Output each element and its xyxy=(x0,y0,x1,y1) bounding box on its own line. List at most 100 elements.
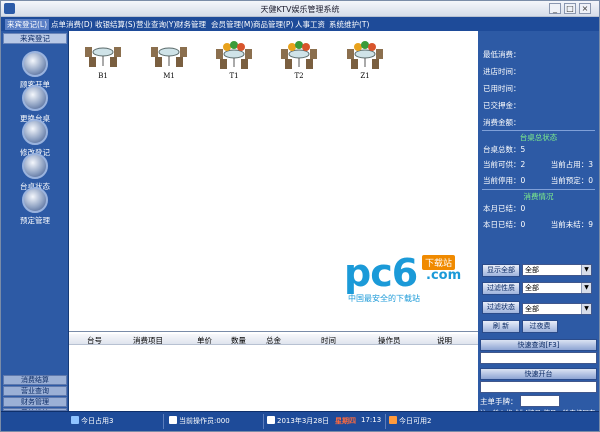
status-date: 2013年3月28日 xyxy=(267,416,329,426)
sidebar-bottom-business-query[interactable]: 营业查询 xyxy=(3,386,67,396)
current-unsettled: 当前未结：9 xyxy=(550,220,593,229)
table-occupied-icon xyxy=(281,41,317,69)
change-table-icon xyxy=(22,85,48,111)
minimize-button[interactable]: _ xyxy=(549,3,561,14)
occupied-icon xyxy=(71,416,79,424)
available-icon xyxy=(389,416,397,424)
entry-time-label: 进店时间： xyxy=(483,67,521,76)
table-free-icon xyxy=(151,47,187,67)
filter-status-button[interactable]: 过滤状态 xyxy=(482,301,520,314)
sidebar-header[interactable]: 来宾登记 xyxy=(3,33,67,44)
table-status-title: 台桌总状态 xyxy=(519,133,558,142)
divider xyxy=(263,414,264,429)
table-occupied-icon xyxy=(347,41,383,69)
menu-order[interactable]: 点单消费(D) xyxy=(51,19,93,30)
table-grid-area: B1 M1 T1 T2 Z1 pc6 下载站 .com 中国最安全的下载站 xyxy=(69,31,478,331)
refresh-button[interactable]: 刷 新 xyxy=(482,320,520,333)
col-item: 消费项目 xyxy=(133,336,163,345)
col-amount: 总金 xyxy=(266,336,281,345)
operator-text: 当前操作员:000 xyxy=(179,417,230,425)
table-label: T2 xyxy=(294,72,304,80)
sidebar-bottom-finance[interactable]: 财务管理 xyxy=(3,397,67,407)
menu-finance[interactable]: 财务管理 xyxy=(176,19,206,30)
show-all-button[interactable]: 显示全部 xyxy=(482,264,520,277)
menu-goods[interactable]: 商品管理(P) xyxy=(253,19,293,30)
status-operator: 当前操作员:000 xyxy=(169,416,230,426)
col-time: 时间 xyxy=(321,336,336,345)
consumption-amount-label: 消费金额： xyxy=(483,118,521,127)
host-tag-input[interactable] xyxy=(520,395,560,407)
consumption-detail-table: 台号 消费项目 单价 数量 总金 时间 操作员 说明 xyxy=(69,331,478,411)
menu-hr-salary[interactable]: 人事工资 xyxy=(295,19,325,30)
elapsed-time-label: 已用时间： xyxy=(483,84,521,93)
menu-business-query[interactable]: 营业查询(Y) xyxy=(136,19,176,30)
pc6-watermark: pc6 下载站 .com 中国最安全的下载站 xyxy=(344,251,474,306)
menu-bar: 来宾登记(L) 点单消费(D) 收银结算(S) 营业查询(Y) 财务管理 会员管… xyxy=(1,17,599,31)
filter-status-select[interactable]: 全部 ▼ xyxy=(522,303,592,315)
col-operator: 操作员 xyxy=(378,336,401,345)
divider xyxy=(385,414,386,429)
menu-member[interactable]: 会员管理(M) xyxy=(211,19,253,30)
sidebar-bottom-checkout[interactable]: 消费结算 xyxy=(3,375,67,385)
table-t2[interactable]: T2 xyxy=(276,39,322,80)
watermark-domain: .com xyxy=(426,268,462,283)
consumption-title: 消费情况 xyxy=(523,192,554,201)
disabled-tables: 当前停用：0 xyxy=(483,176,526,185)
status-today-available: 今日可用2 xyxy=(389,416,431,426)
reservation-button[interactable]: 预定管理 xyxy=(1,187,69,226)
table-m1[interactable]: M1 xyxy=(146,39,192,80)
total-tables: 台桌总数：5 xyxy=(483,145,526,154)
overnight-fee-button[interactable]: 过夜费 xyxy=(522,320,558,333)
today-used-text: 今日占用3 xyxy=(81,417,114,425)
show-all-select[interactable]: 全部 ▼ xyxy=(522,264,592,276)
month-settled: 本月已结：0 xyxy=(483,204,526,213)
deposit-label: 已交押金： xyxy=(483,101,521,110)
reservation-label: 预定管理 xyxy=(20,216,50,225)
host-tag-label: 主单手牌： xyxy=(480,397,518,406)
chevron-down-icon: ▼ xyxy=(581,304,591,314)
quick-open-input[interactable] xyxy=(480,381,597,393)
filter-type-button[interactable]: 过滤性质 xyxy=(482,282,520,295)
info-panel: 最低消费： 进店时间： 已用时间： 已交押金： 消费金额： 台桌总状态 台桌总数… xyxy=(478,31,599,417)
select-value: 全部 xyxy=(525,284,539,292)
col-table-no: 台号 xyxy=(87,336,102,345)
quick-query-bar[interactable]: 快速查询[F3] xyxy=(480,339,597,351)
date-text: 2013年3月28日 xyxy=(277,417,330,425)
calendar-icon xyxy=(267,416,275,424)
available-tables: 当前可供：2 xyxy=(483,160,526,169)
watermark-slogan: 中国最安全的下载站 xyxy=(348,294,420,303)
quick-query-input[interactable] xyxy=(480,352,597,364)
menu-checkout[interactable]: 收银结算(S) xyxy=(95,19,136,30)
select-value: 全部 xyxy=(525,305,539,313)
table-occupied-icon xyxy=(216,41,252,69)
close-button[interactable]: × xyxy=(579,3,591,14)
table-header: 台号 消费项目 单价 数量 总金 时间 操作员 说明 xyxy=(69,334,478,345)
status-time: 17:13 xyxy=(361,416,382,424)
menu-system[interactable]: 系统维护(T) xyxy=(329,19,369,30)
chevron-down-icon: ▼ xyxy=(581,265,591,275)
table-label: Z1 xyxy=(360,72,370,80)
col-note: 说明 xyxy=(437,336,452,345)
left-sidebar: 来宾登记 顾客开单 更换台桌 修改登记 台桌状态 预定管理 消费结算 营业查询 … xyxy=(1,31,69,411)
today-settled: 本日已结：0 xyxy=(483,220,526,229)
edit-registration-icon xyxy=(22,119,48,145)
table-b1[interactable]: B1 xyxy=(80,39,126,80)
status-weekday: 星期四 xyxy=(335,417,356,425)
customer-order-icon xyxy=(22,51,48,77)
table-z1[interactable]: Z1 xyxy=(342,39,388,80)
occupied-tables: 当前占用：3 xyxy=(550,160,593,169)
title-bar: 天健KTV娱乐管理系统 _ □ × xyxy=(1,1,599,17)
divider xyxy=(163,414,164,429)
table-status-icon xyxy=(22,153,48,179)
menu-guest-register[interactable]: 来宾登记(L) xyxy=(5,19,50,30)
quick-open-bar[interactable]: 快速开台 xyxy=(480,368,597,380)
divider xyxy=(482,130,595,131)
filter-type-select[interactable]: 全部 ▼ xyxy=(522,282,592,294)
table-t1[interactable]: T1 xyxy=(211,39,257,80)
maximize-button[interactable]: □ xyxy=(564,3,576,14)
divider xyxy=(482,189,595,190)
table-label: M1 xyxy=(163,72,175,80)
watermark-main: pc6 xyxy=(344,251,418,295)
select-value: 全部 xyxy=(525,266,539,274)
col-price: 单价 xyxy=(197,336,212,345)
